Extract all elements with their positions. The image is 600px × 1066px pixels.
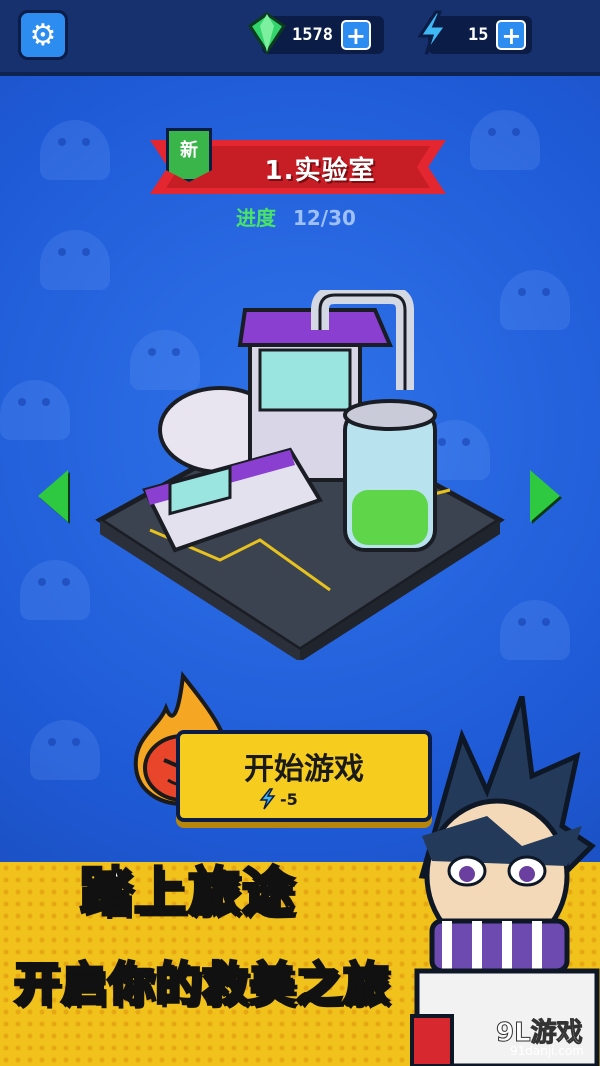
start-game-label: 开始游戏 xyxy=(244,752,364,787)
gem-icon xyxy=(247,12,287,55)
level-progress: 进度 12/30 xyxy=(236,202,356,231)
watermark-url: 91danji.com xyxy=(510,1044,584,1058)
gem-count: 1578 xyxy=(292,25,333,45)
progress-label: 进度 xyxy=(236,206,276,230)
arrow-right-icon[interactable] xyxy=(530,470,560,522)
top-bar: ⚙ 1578 + 15 + xyxy=(0,0,600,76)
slogan-line1: 踏上旅途 xyxy=(78,862,297,925)
energy-count: 15 xyxy=(468,25,489,45)
background-ghost xyxy=(30,720,100,780)
arrow-left-icon[interactable] xyxy=(38,470,68,522)
hero-character xyxy=(410,696,600,1066)
progress-value: 12/30 xyxy=(292,206,356,230)
gear-icon: ⚙ xyxy=(29,17,57,53)
settings-button[interactable]: ⚙ xyxy=(18,10,68,60)
background-ghost xyxy=(0,380,70,440)
slogan-line2: 开启你的救美之旅 xyxy=(13,956,391,1013)
laboratory-illustration xyxy=(95,290,505,660)
background-ghost xyxy=(40,230,110,290)
level-title: 1.实验室 xyxy=(264,156,376,186)
lightning-icon xyxy=(259,788,276,810)
background-ghost xyxy=(470,110,540,170)
background-ghost xyxy=(20,560,90,620)
add-gems-button[interactable]: + xyxy=(340,20,371,50)
add-energy-button[interactable]: + xyxy=(496,20,527,50)
game-screen: ⚙ 1578 + 15 + 1.实验室 新 进度 12/30 开始游戏 -5 踏… xyxy=(0,0,600,1066)
background-ghost xyxy=(500,600,570,660)
background-ghost xyxy=(500,270,570,330)
lightning-icon xyxy=(417,10,449,55)
energy-cost: -5 xyxy=(280,790,298,809)
background-ghost xyxy=(40,120,110,180)
